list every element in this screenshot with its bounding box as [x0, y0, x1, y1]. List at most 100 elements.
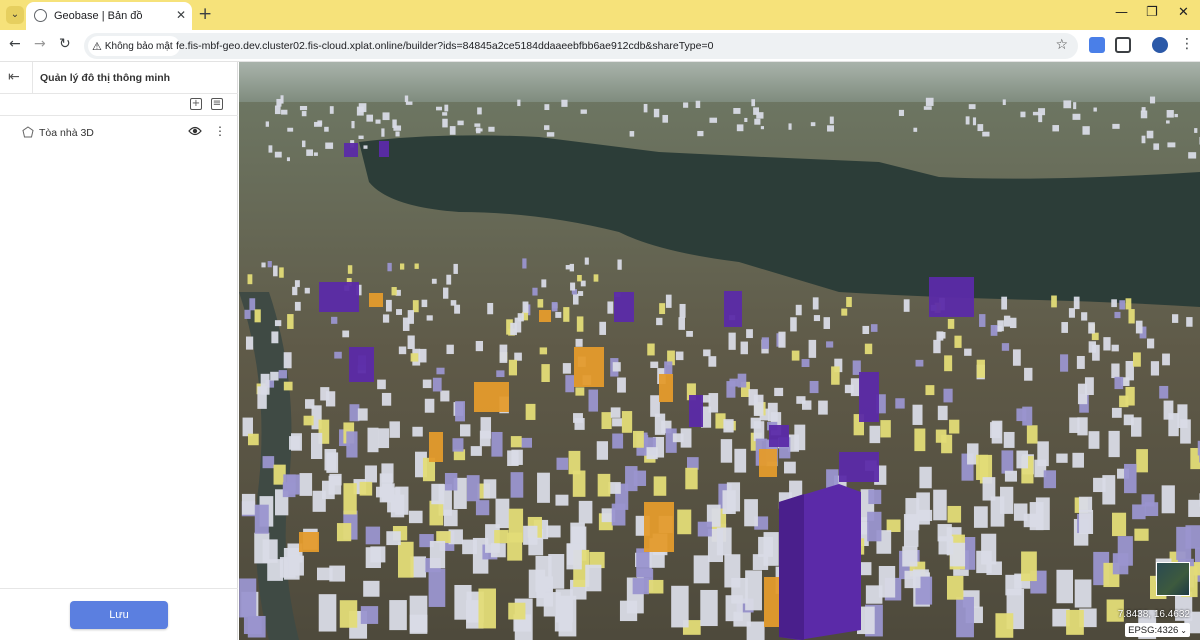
building [870, 324, 878, 332]
building [1060, 354, 1069, 372]
building [1194, 128, 1198, 133]
building [299, 473, 313, 496]
building [283, 474, 296, 492]
building [393, 125, 402, 131]
building [563, 307, 570, 322]
building [475, 500, 490, 516]
security-chip[interactable]: ⚠ Không bảo mật [88, 36, 180, 56]
building [680, 428, 692, 448]
building [1032, 111, 1039, 116]
building [1188, 499, 1200, 517]
building [470, 446, 482, 456]
building [1073, 102, 1077, 110]
tab-search-icon[interactable]: ⌄ [6, 6, 24, 24]
building [1088, 322, 1095, 334]
building [245, 336, 254, 350]
building [537, 472, 550, 503]
building [1111, 344, 1119, 352]
building [412, 426, 423, 437]
building [1079, 509, 1094, 535]
profile-avatar[interactable] [1152, 37, 1168, 53]
building [480, 417, 492, 439]
overview-map[interactable] [1156, 562, 1190, 596]
building [947, 505, 962, 523]
extensions-icon[interactable] [1115, 37, 1131, 53]
collapse-sidebar-icon[interactable]: ⇤ [8, 69, 20, 85]
building [249, 298, 256, 311]
building [1061, 322, 1068, 333]
close-tab-icon[interactable]: ✕ [176, 8, 186, 22]
crs-select[interactable]: EPSG:4326 ⌄ [1125, 623, 1190, 637]
building [801, 359, 810, 368]
map-view[interactable] [239, 62, 1200, 640]
building [943, 388, 953, 403]
building [460, 424, 471, 437]
menu-icon[interactable]: ⋮ [1180, 36, 1194, 52]
building [474, 123, 481, 127]
building [726, 381, 736, 398]
building [367, 427, 379, 453]
close-window-icon[interactable]: ✕ [1178, 5, 1189, 20]
building [700, 589, 718, 627]
building [756, 112, 764, 119]
browser-tab[interactable]: Geobase | Bản đồ ✕ [26, 2, 192, 30]
building [546, 132, 555, 137]
building [317, 120, 323, 126]
url-text[interactable]: fe.fis-mbf-geo.dev.cluster02.fis-cloud.x… [176, 40, 713, 52]
building [576, 316, 584, 332]
building [1149, 96, 1156, 104]
building [612, 433, 624, 449]
add-layer-icon[interactable]: + [190, 98, 202, 110]
building [254, 532, 270, 564]
address-bar[interactable]: ⚠ Không bảo mật fe.fis-mbf-geo.dev.clust… [84, 33, 1078, 59]
building [662, 114, 669, 123]
building [949, 419, 960, 434]
bookmark-star-icon[interactable]: ☆ [1055, 37, 1068, 53]
building [421, 299, 428, 308]
building [382, 314, 390, 323]
building [1074, 579, 1092, 608]
building [436, 367, 445, 375]
building [588, 389, 599, 412]
building [360, 606, 379, 624]
building [720, 439, 733, 463]
minimize-icon[interactable]: — [1115, 5, 1128, 20]
building [244, 309, 251, 319]
horizon-haze [239, 62, 1200, 102]
save-button[interactable]: Lưu [70, 601, 168, 629]
building [941, 434, 953, 454]
building [508, 508, 524, 543]
forward-icon[interactable]: → [34, 36, 46, 52]
map-canvas[interactable]: 7.8438, 16.4632 EPSG:4326 ⌄ [239, 62, 1200, 640]
restore-icon[interactable]: ❐ [1146, 5, 1158, 20]
building [919, 466, 932, 489]
building [593, 274, 599, 282]
translate-icon[interactable] [1089, 37, 1105, 53]
building [912, 404, 923, 425]
back-icon[interactable]: ← [9, 36, 21, 52]
building [450, 300, 457, 306]
add-group-icon[interactable]: ≡ [211, 98, 223, 110]
building [1013, 503, 1028, 521]
new-tab-icon[interactable]: + [198, 4, 212, 24]
building [281, 109, 288, 115]
building [301, 140, 306, 148]
building [318, 594, 337, 632]
more-options-icon[interactable]: ⋮ [214, 124, 226, 138]
building [408, 510, 423, 524]
building [283, 381, 293, 391]
building [611, 503, 626, 526]
building [862, 325, 870, 335]
building [685, 467, 698, 490]
building [944, 355, 953, 372]
building [288, 555, 304, 576]
reload-icon[interactable]: ↻ [59, 36, 71, 52]
building [247, 615, 266, 638]
building [972, 117, 977, 126]
building [790, 317, 797, 332]
eye-icon[interactable] [188, 126, 202, 136]
building [621, 411, 633, 433]
layer-item[interactable]: Tòa nhà 3D ⋮ [0, 122, 238, 144]
building [1135, 320, 1143, 334]
building [366, 114, 374, 122]
